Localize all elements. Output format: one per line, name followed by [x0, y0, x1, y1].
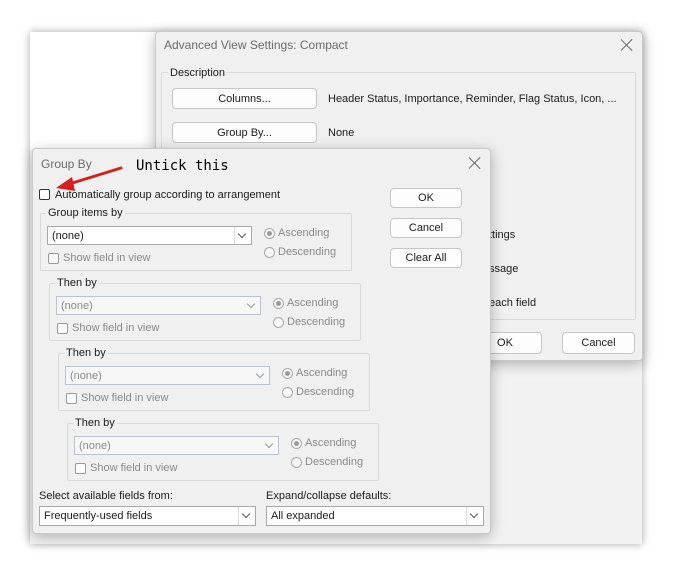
group-by-value: None — [328, 127, 355, 139]
expand-collapse-label: Expand/collapse defaults: — [266, 490, 392, 502]
close-icon[interactable] — [620, 38, 634, 52]
ascending-label: Ascending — [287, 297, 339, 309]
descending-radio[interactable] — [291, 457, 302, 468]
descending-label: Descending — [305, 456, 364, 468]
background-blank-area — [30, 32, 158, 150]
chevron-down-icon — [238, 507, 255, 525]
show-field-checkbox[interactable] — [48, 253, 59, 264]
descending-radio[interactable] — [264, 247, 275, 258]
description-label: Description — [168, 67, 228, 79]
message-value-partial: ssage — [489, 263, 519, 275]
descending-radio[interactable] — [282, 387, 293, 398]
ascending-radio[interactable] — [282, 368, 293, 379]
cancel-button[interactable]: Cancel — [390, 218, 462, 238]
show-field-checkbox[interactable] — [66, 393, 77, 404]
auto-group-checkbox[interactable] — [39, 189, 50, 200]
chevron-down-icon — [253, 367, 269, 384]
descending-label: Descending — [287, 316, 346, 328]
select-fields-dropdown[interactable]: Frequently-used fields — [39, 506, 256, 526]
ascending-label: Ascending — [278, 227, 330, 239]
ascending-radio[interactable] — [264, 228, 275, 239]
show-field-checkbox[interactable] — [75, 463, 86, 474]
columns-button[interactable]: Columns... — [172, 88, 317, 109]
then-by-value-2: (none) — [70, 369, 102, 382]
chevron-down-icon — [466, 507, 483, 525]
then-by-dropdown-2[interactable]: (none) — [65, 366, 270, 385]
ascending-radio[interactable] — [291, 438, 302, 449]
chevron-down-icon — [234, 227, 251, 244]
group-by-dialog: Group By Automatically group according t… — [32, 148, 491, 534]
group-by-button[interactable]: Group By... — [172, 122, 317, 143]
expand-collapse-dropdown[interactable]: All expanded — [266, 506, 484, 526]
annotation-arrow-icon — [56, 166, 123, 191]
close-icon[interactable] — [468, 156, 482, 170]
expand-collapse-value: All expanded — [271, 510, 335, 522]
select-fields-label: Select available fields from: — [39, 490, 173, 502]
dialog-title: Advanced View Settings: Compact — [164, 38, 348, 52]
then-by-dropdown-3[interactable]: (none) — [74, 436, 279, 455]
group-items-by-value: (none) — [52, 229, 84, 242]
ok-button[interactable]: OK — [390, 188, 462, 208]
then-by-value-3: (none) — [79, 439, 111, 452]
ascending-label: Ascending — [305, 437, 357, 449]
annotation-text: Untick this — [136, 158, 229, 174]
descending-label: Descending — [278, 246, 337, 258]
group-items-by-dropdown[interactable]: (none) — [47, 226, 252, 245]
ascending-label: Ascending — [296, 367, 348, 379]
settings-value-partial: ttings — [489, 229, 516, 241]
descending-radio[interactable] — [273, 317, 284, 328]
field-value-partial: each field — [489, 297, 537, 309]
then-by-label-1: Then by — [55, 277, 99, 289]
group-items-by-label: Group items by — [46, 207, 125, 219]
show-field-label: Show field in view — [81, 392, 169, 404]
then-by-dropdown-1[interactable]: (none) — [56, 296, 261, 315]
show-field-label: Show field in view — [63, 252, 151, 264]
show-field-checkbox[interactable] — [57, 323, 68, 334]
columns-value: Header Status, Importance, Reminder, Fla… — [328, 93, 617, 105]
cancel-button[interactable]: Cancel — [562, 332, 635, 354]
then-by-value-1: (none) — [61, 299, 93, 312]
show-field-label: Show field in view — [90, 462, 178, 474]
clear-all-button[interactable]: Clear All — [390, 248, 462, 268]
chevron-down-icon — [262, 437, 278, 454]
descending-label: Descending — [296, 386, 355, 398]
ascending-radio[interactable] — [273, 298, 284, 309]
show-field-label: Show field in view — [72, 322, 160, 334]
then-by-label-2: Then by — [64, 347, 108, 359]
select-fields-value: Frequently-used fields — [44, 510, 153, 522]
then-by-label-3: Then by — [73, 417, 117, 429]
chevron-down-icon — [244, 297, 260, 314]
